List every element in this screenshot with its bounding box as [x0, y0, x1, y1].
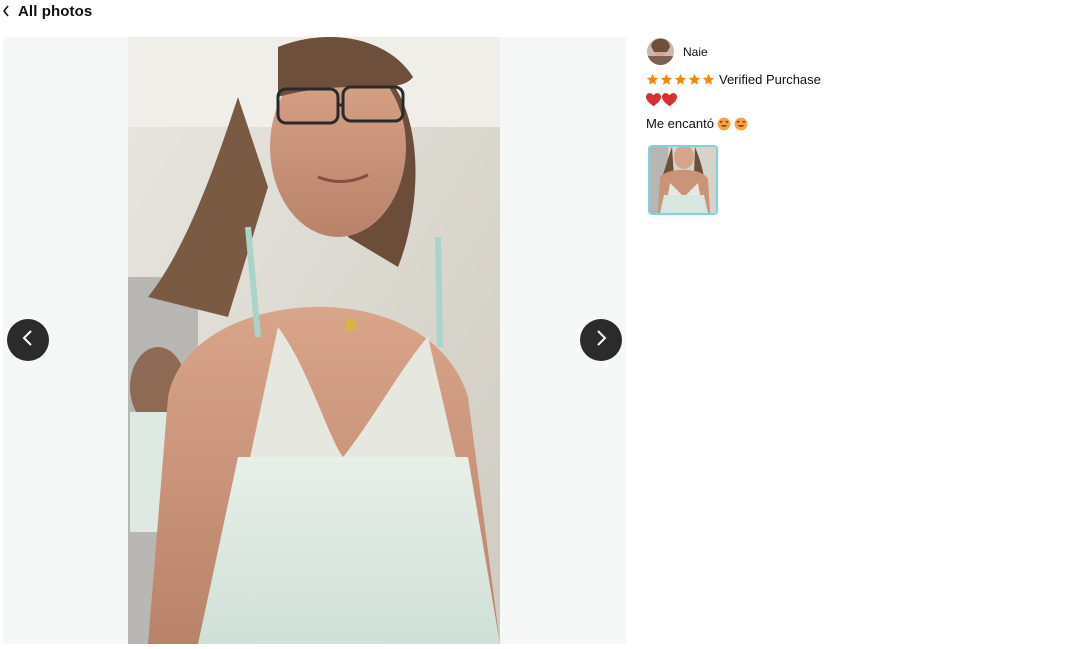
avatar — [647, 38, 674, 65]
chevron-right-icon — [594, 329, 608, 352]
review-text: Me encantó — [646, 116, 714, 131]
heart-eyes-emoji-icon — [717, 117, 731, 131]
review-body: Me encantó — [646, 115, 1066, 132]
review-photo — [128, 37, 500, 644]
rating-row: Verified Purchase — [646, 71, 1066, 87]
star-icon — [646, 73, 659, 86]
chevron-left-icon — [2, 5, 10, 17]
all-photos-label: All photos — [18, 2, 93, 20]
chevron-left-icon — [21, 329, 35, 352]
heart-eyes-emoji-icon — [734, 117, 748, 131]
reviewer-name: Naie — [683, 44, 708, 59]
previous-photo-button[interactable] — [7, 319, 49, 361]
photo-thumbnail[interactable] — [648, 145, 718, 215]
star-rating — [646, 73, 715, 86]
star-icon — [674, 73, 687, 86]
star-icon — [688, 73, 701, 86]
all-photos-link[interactable]: All photos — [2, 1, 92, 21]
verified-purchase-badge: Verified Purchase — [719, 71, 821, 87]
review-panel: Naie Verified Purchase Me encantó — [646, 37, 1066, 215]
heart-icon — [662, 93, 677, 107]
review-title — [646, 93, 1066, 109]
next-photo-button[interactable] — [580, 319, 622, 361]
heart-icon — [646, 93, 661, 107]
photo-viewer — [3, 37, 626, 644]
star-icon — [702, 73, 715, 86]
reviewer-profile[interactable]: Naie — [646, 38, 1066, 65]
review-thumbnails — [646, 145, 1066, 215]
photo-gallery-page: All photos Naie Verified Purchase Me enc… — [0, 0, 1080, 649]
star-icon — [660, 73, 673, 86]
